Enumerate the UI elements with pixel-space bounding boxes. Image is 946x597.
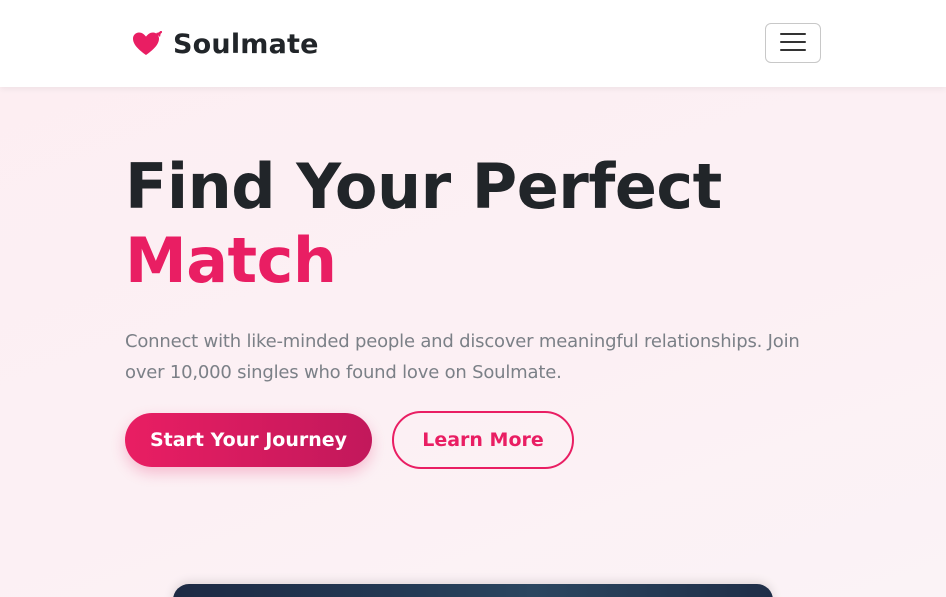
hero-subtitle: Connect with like-minded people and disc… (125, 331, 800, 383)
hero-actions: Start Your Journey Learn More (125, 411, 574, 469)
hero-image (173, 584, 773, 597)
hero-section: Find Your Perfect Match Connect with lik… (125, 150, 825, 388)
learn-more-button[interactable]: Learn More (392, 411, 574, 469)
hero-title-accent: Match (125, 224, 337, 297)
heart-arrow-icon (132, 30, 163, 57)
brand-name: Soulmate (173, 28, 319, 60)
brand-link[interactable]: Soulmate (132, 26, 319, 62)
start-journey-button[interactable]: Start Your Journey (125, 413, 372, 467)
hero-title-line1: Find Your Perfect (125, 150, 722, 223)
hero-title: Find Your Perfect Match (125, 150, 825, 298)
hamburger-menu-icon (780, 32, 806, 55)
navbar: Soulmate (0, 0, 946, 87)
menu-toggle-button[interactable] (765, 23, 821, 63)
